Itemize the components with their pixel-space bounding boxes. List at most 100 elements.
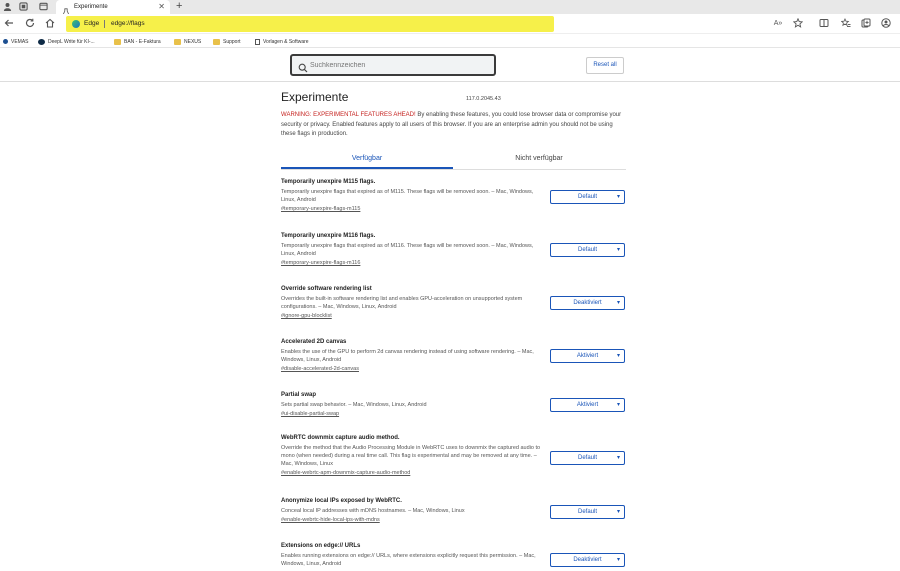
experiment-select[interactable]: Default ▾ xyxy=(550,190,625,204)
experiment-select[interactable]: Default ▾ xyxy=(550,243,625,257)
favorite-vemas[interactable]: VEMAS xyxy=(3,37,29,46)
home-icon[interactable] xyxy=(44,18,56,30)
chevron-down-icon: ▾ xyxy=(616,353,620,359)
warning-heading: WARNING: EXPERIMENTAL FEATURES AHEAD! xyxy=(281,112,416,118)
experiment-description: Enables the use of the GPU to perform 2d… xyxy=(281,349,534,363)
select-value: Default xyxy=(577,509,597,515)
refresh-icon[interactable] xyxy=(24,18,36,30)
favorite-label: DeepL Write für KI-... xyxy=(48,38,95,45)
favorite-support[interactable]: Support xyxy=(213,37,241,46)
collections-icon[interactable] xyxy=(860,18,872,30)
experiment-description: Overrides the built-in software renderin… xyxy=(281,296,523,310)
tab-experimente[interactable]: Experimente ✕ xyxy=(56,0,170,16)
favorite-label: VEMAS xyxy=(11,38,29,45)
experiment-anchor-link[interactable]: #disable-accelerated-2d-canvas xyxy=(281,365,626,373)
favorite-deepl[interactable]: DeepL Write für KI-... xyxy=(38,37,95,46)
tab-title: Experimente xyxy=(74,4,108,10)
reset-all-button[interactable]: Reset all xyxy=(586,57,624,74)
experiment-item: Temporarily unexpire M115 flags. Tempora… xyxy=(281,178,626,213)
favorites-bar: VEMAS DeepL Write für KI-... BAN - E-Fak… xyxy=(0,35,900,48)
select-value: Deaktiviert xyxy=(573,300,602,306)
url-text[interactable]: edge://flags xyxy=(111,19,145,29)
close-tab-icon[interactable]: ✕ xyxy=(158,2,165,12)
select-value: Default xyxy=(577,455,597,461)
select-value: Default xyxy=(577,247,597,253)
chevron-down-icon: ▾ xyxy=(616,300,620,306)
workspaces-icon[interactable] xyxy=(18,2,28,12)
select-value: Default xyxy=(577,194,597,200)
tab-actions-icon[interactable] xyxy=(38,2,48,12)
flags-page: Reset all Experimente 117.0.2045.43 WARN… xyxy=(0,48,900,571)
experiment-select[interactable]: Aktiviert ▾ xyxy=(550,349,625,363)
tabs-divider xyxy=(281,169,626,170)
flags-tabs: Verfügbar Nicht verfügbar xyxy=(281,152,626,170)
search-box[interactable] xyxy=(290,54,496,76)
experiment-title: Override software rendering list xyxy=(281,286,372,292)
chevron-down-icon: ▾ xyxy=(616,557,620,563)
edge-icon xyxy=(72,20,80,28)
folder-icon xyxy=(174,38,181,45)
experiment-item: Partial swap Sets partial swap behavior.… xyxy=(281,391,626,418)
experiment-description: Sets partial swap behavior. – Mac, Windo… xyxy=(281,402,427,408)
chevron-down-icon: ▾ xyxy=(616,194,620,200)
chevron-down-icon: ▾ xyxy=(616,509,620,515)
experiment-description: Conceal local IP addresses with mDNS hos… xyxy=(281,508,465,514)
favorite-ban-efaktura[interactable]: BAN - E-Faktura xyxy=(114,37,161,46)
read-aloud-icon[interactable]: A» xyxy=(772,18,784,30)
search-input[interactable] xyxy=(310,58,486,72)
experiment-anchor-link[interactable]: #enable-webrtc-apm-downmix-capture-audio… xyxy=(281,469,626,477)
page-icon xyxy=(255,38,260,45)
experiment-title: Accelerated 2D canvas xyxy=(281,339,347,345)
select-value: Deaktiviert xyxy=(573,557,602,563)
experiment-select[interactable]: Default ▾ xyxy=(550,451,625,465)
folder-icon xyxy=(213,38,220,45)
experiment-item: Accelerated 2D canvas Enables the use of… xyxy=(281,338,626,373)
chevron-down-icon: ▾ xyxy=(616,247,620,253)
experiment-title: Temporarily unexpire M115 flags. xyxy=(281,179,376,185)
experiment-title: WebRTC downmix capture audio method. xyxy=(281,435,400,441)
experiment-description: Enables running extensions on edge:// UR… xyxy=(281,553,536,567)
experiment-select[interactable]: Aktiviert ▾ xyxy=(550,398,625,412)
vemas-icon xyxy=(3,39,8,44)
experiment-description: Temporarily unexpire flags that expired … xyxy=(281,243,534,257)
back-icon[interactable] xyxy=(3,18,15,30)
favorite-star-icon[interactable] xyxy=(792,17,804,30)
profile-avatar-icon[interactable] xyxy=(880,18,892,30)
experiment-select[interactable]: Default ▾ xyxy=(550,505,625,519)
page-title: Experimente xyxy=(281,90,349,104)
favorite-nexus[interactable]: NEXUS xyxy=(174,37,201,46)
experiment-anchor-link[interactable]: #temporary-unexpire-flags-m115 xyxy=(281,205,626,213)
tab-verfuegbar[interactable]: Verfügbar xyxy=(281,152,453,169)
omnibox-label: Edge xyxy=(84,20,100,27)
flask-icon xyxy=(62,3,70,16)
experiment-item: Anonymize local IPs exposed by WebRTC. C… xyxy=(281,497,626,524)
new-tab-button[interactable]: + xyxy=(176,1,182,12)
experiment-item: Override software rendering list Overrid… xyxy=(281,285,626,320)
experiment-item: WebRTC downmix capture audio method. Ove… xyxy=(281,434,626,477)
experiment-anchor-link[interactable]: #temporary-unexpire-flags-m116 xyxy=(281,259,626,267)
favorite-vorlagen-software[interactable]: Vorlagen & Software xyxy=(255,37,309,46)
experiment-select[interactable]: Deaktiviert ▾ xyxy=(550,296,625,310)
profile-icon[interactable] xyxy=(2,2,12,12)
omnibox-divider xyxy=(104,20,105,28)
address-bar[interactable]: Edge edge://flags xyxy=(66,16,554,32)
flags-header: Reset all xyxy=(0,48,900,82)
experiment-title: Extensions on edge:// URLs xyxy=(281,543,361,549)
experiment-select[interactable]: Deaktiviert ▾ xyxy=(550,553,625,567)
experiment-anchor-link[interactable]: #ignore-gpu-blocklist xyxy=(281,312,626,320)
experiment-title: Anonymize local IPs exposed by WebRTC. xyxy=(281,498,402,504)
select-value: Aktiviert xyxy=(576,353,599,359)
favorite-label: BAN - E-Faktura xyxy=(124,38,161,45)
favorites-icon[interactable] xyxy=(840,18,852,30)
tab-nicht-verfuegbar[interactable]: Nicht verfügbar xyxy=(453,152,625,169)
experiment-item: Temporarily unexpire M116 flags. Tempora… xyxy=(281,232,626,267)
experiment-item: Extensions on edge:// URLs Enables runni… xyxy=(281,542,626,568)
select-value: Aktiviert xyxy=(576,402,599,408)
favorite-label: NEXUS xyxy=(184,38,202,45)
warning-text: WARNING: EXPERIMENTAL FEATURES AHEAD! By… xyxy=(281,111,627,140)
folder-icon xyxy=(114,38,121,45)
chevron-down-icon: ▾ xyxy=(616,455,620,461)
favorite-label: Support xyxy=(223,38,241,45)
search-icon xyxy=(298,60,308,73)
split-screen-icon[interactable] xyxy=(818,18,830,30)
